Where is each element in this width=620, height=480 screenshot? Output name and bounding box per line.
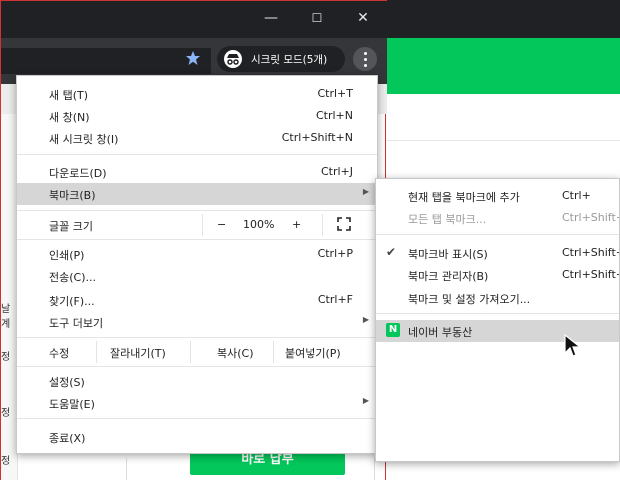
kebab-dot-icon — [364, 52, 367, 55]
menu-item-label: 도움말(E) — [49, 398, 95, 411]
menu-separator — [17, 366, 377, 367]
incognito-label: 시크릿 모드(5개) — [251, 54, 328, 66]
menu-item-label: 찾기(F)... — [49, 295, 95, 308]
menu-item-shortcut: Ctrl+N — [315, 109, 353, 122]
menu-item-label: 새 탭(T) — [49, 89, 89, 102]
zoom-out-button[interactable]: − — [217, 218, 226, 231]
menu-separator — [17, 337, 377, 338]
incognito-indicator[interactable]: 시크릿 모드(5개) — [217, 46, 345, 72]
copy-button[interactable]: 복사(C) — [217, 345, 254, 361]
zoom-divider — [322, 214, 323, 236]
menu-item-shortcut: Ctrl+T — [317, 87, 353, 100]
menu-separator — [376, 234, 619, 235]
menu-item-shortcut: Ctrl+ — [562, 189, 591, 202]
incognito-icon — [224, 50, 242, 68]
chrome-main-menu: 새 탭(T) Ctrl+T 새 창(N) Ctrl+N 새 시크릿 창(I) C… — [16, 75, 378, 454]
menu-item-label: 새 시크릿 창(I) — [49, 133, 119, 146]
page-frame-line — [126, 458, 127, 480]
more-menu-button[interactable] — [353, 47, 377, 71]
menu-item-label: 전송(C)... — [49, 271, 96, 284]
menu-item-edit: 수정 잘라내기(T) 복사(C) 붙여넣기(P) — [17, 341, 377, 363]
edit-divider — [96, 341, 97, 363]
menu-item-label: 북마크바 표시(S) — [408, 248, 488, 261]
menu-item-new-tab[interactable]: 새 탭(T) Ctrl+T — [17, 83, 377, 105]
menu-separator — [17, 210, 377, 211]
minimize-button[interactable]: — — [257, 7, 285, 29]
background-divider — [385, 140, 620, 141]
menu-item-more-tools[interactable]: 도구 더보기 ▶ — [17, 311, 377, 333]
submenu-item-show-bookmarks-bar[interactable]: ✔ 북마크바 표시(S) Ctrl+Shift+ — [376, 242, 619, 264]
menu-item-shortcut: Ctrl+F — [317, 293, 353, 306]
background-titlebar — [385, 0, 620, 38]
menu-item-find[interactable]: 찾기(F)... Ctrl+F — [17, 289, 377, 311]
menu-item-label: 네이버 부동산 — [408, 326, 473, 339]
kebab-dot-icon — [364, 64, 367, 67]
side-text-fragment: 정 — [1, 352, 11, 363]
submenu-arrow-icon: ▶ — [362, 315, 369, 324]
menu-item-label: 종료(X) — [49, 432, 86, 445]
menu-item-font-size: 글꼴 크기 − 100% + — [17, 214, 377, 236]
mouse-cursor-icon — [564, 333, 582, 357]
menu-item-label: 도구 더보기 — [49, 317, 104, 330]
zoom-in-button[interactable]: + — [292, 218, 301, 231]
menu-item-new-incognito-window[interactable]: 새 시크릿 창(I) Ctrl+Shift+N — [17, 127, 377, 149]
titlebar: — ☐ ✕ — [1, 0, 387, 38]
zoom-divider — [202, 214, 203, 236]
edit-divider — [190, 341, 191, 363]
naver-favicon-icon: N — [386, 323, 400, 337]
menu-item-label: 현재 탭을 북마크에 추가 — [408, 191, 520, 204]
edit-divider — [273, 341, 274, 363]
menu-item-shortcut: Ctrl+Shift+ — [562, 268, 620, 281]
submenu-arrow-icon: ▶ — [362, 187, 369, 196]
submenu-item-bookmark-this-tab[interactable]: 현재 탭을 북마크에 추가 Ctrl+ — [376, 185, 619, 207]
address-bar[interactable] — [1, 48, 211, 74]
zoom-level: 100% — [243, 218, 275, 231]
bookmark-star-icon[interactable] — [185, 50, 201, 66]
menu-item-shortcut: Ctrl+Shift+N — [281, 131, 353, 144]
menu-item-label: 다운로드(D) — [49, 167, 107, 180]
menu-item-exit[interactable]: 종료(X) — [17, 426, 377, 448]
menu-item-print[interactable]: 인쇄(P) Ctrl+P — [17, 243, 377, 265]
menu-separator — [17, 418, 377, 419]
menu-item-downloads[interactable]: 다운로드(D) Ctrl+J — [17, 161, 377, 183]
bookmarks-submenu: 현재 탭을 북마크에 추가 Ctrl+ 모든 탭 북마크... Ctrl+Shi… — [375, 178, 620, 462]
cut-button[interactable]: 잘라내기(T) — [110, 345, 166, 361]
menu-item-label: 인쇄(P) — [49, 249, 85, 262]
menu-item-help[interactable]: 도움말(E) ▶ — [17, 392, 377, 414]
menu-item-bookmarks[interactable]: 북마크(B) ▶ — [17, 183, 377, 205]
menu-item-shortcut: Ctrl+Shift+ — [562, 211, 620, 224]
close-button[interactable]: ✕ — [349, 7, 377, 29]
menu-item-label: 북마크(B) — [49, 189, 96, 202]
submenu-item-import-bookmarks[interactable]: 북마크 및 설정 가져오기... — [376, 287, 619, 309]
maximize-button[interactable]: ☐ — [303, 7, 331, 29]
side-text-fragment: 정 — [1, 456, 11, 467]
menu-item-label: 글꼴 크기 — [49, 220, 93, 233]
menu-separator — [17, 154, 377, 155]
background-green-header — [385, 38, 620, 94]
menu-item-label: 북마크 관리자(B) — [408, 270, 489, 283]
submenu-item-bookmark-all-tabs[interactable]: 모든 탭 북마크... Ctrl+Shift+ — [376, 207, 619, 229]
menu-item-label: 새 창(N) — [49, 111, 90, 124]
paste-button[interactable]: 붙여넣기(P) — [285, 345, 341, 361]
menu-separator — [376, 313, 619, 314]
menu-item-label: 수정 — [49, 347, 70, 360]
menu-item-label: 설정(S) — [49, 376, 85, 389]
menu-item-new-window[interactable]: 새 창(N) Ctrl+N — [17, 105, 377, 127]
checkmark-icon: ✔ — [386, 245, 397, 259]
menu-item-settings[interactable]: 설정(S) — [17, 370, 377, 392]
menu-item-cast[interactable]: 전송(C)... — [17, 265, 377, 287]
side-text-fragment: 정 — [1, 408, 11, 419]
menu-item-shortcut: Ctrl+P — [317, 247, 353, 260]
menu-item-shortcut: Ctrl+Shift+ — [562, 246, 620, 259]
menu-item-label: 모든 탭 북마크... — [408, 213, 487, 226]
side-text-fragment: 날 계 — [1, 304, 11, 330]
submenu-item-bookmark-manager[interactable]: 북마크 관리자(B) Ctrl+Shift+ — [376, 264, 619, 286]
menu-separator — [17, 239, 377, 240]
menu-item-label: 북마크 및 설정 가져오기... — [408, 293, 531, 306]
fullscreen-icon[interactable] — [337, 217, 351, 231]
kebab-dot-icon — [364, 58, 367, 61]
menu-item-shortcut: Ctrl+J — [320, 165, 353, 178]
submenu-arrow-icon: ▶ — [362, 396, 369, 405]
